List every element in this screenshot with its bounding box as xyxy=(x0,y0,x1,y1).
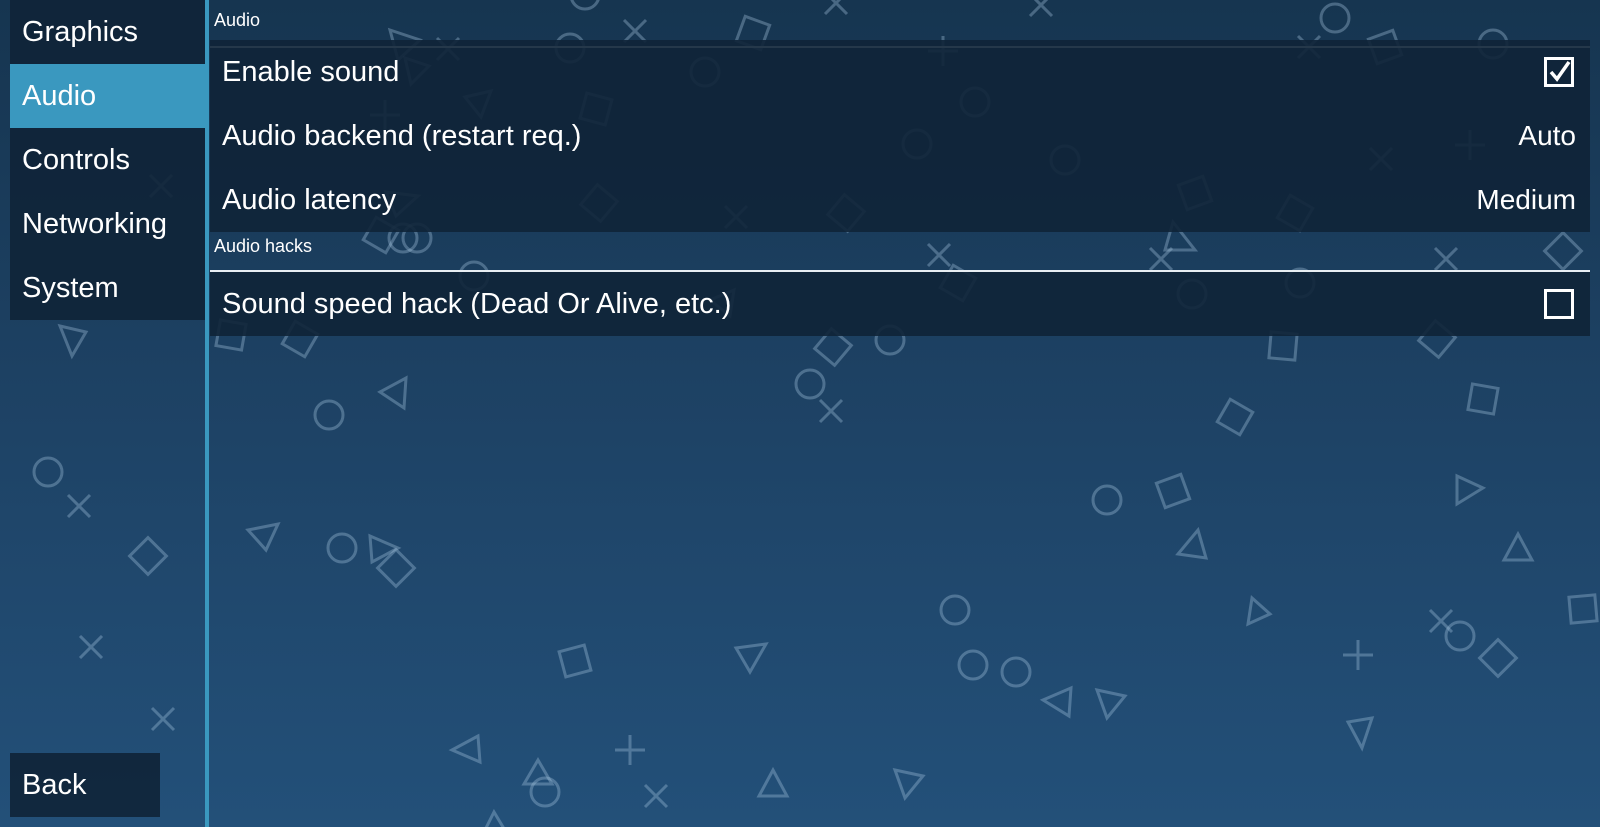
setting-row-sound-speed-hack[interactable]: Sound speed hack (Dead Or Alive, etc.) xyxy=(210,272,1590,336)
sidebar-item-controls[interactable]: Controls xyxy=(10,128,205,192)
audio-settings-panel: Enable sound Audio backend (restart req.… xyxy=(210,40,1590,232)
audio-backend-value: Auto xyxy=(1518,120,1576,151)
sidebar-divider xyxy=(205,0,209,827)
enable-sound-checkbox[interactable] xyxy=(1544,57,1574,87)
sidebar-item-audio[interactable]: Audio xyxy=(10,64,205,128)
setting-row-audio-backend[interactable]: Audio backend (restart req.) Auto xyxy=(210,104,1590,168)
back-button[interactable]: Back xyxy=(10,753,160,817)
settings-category-sidebar: Graphics Audio Controls Networking Syste… xyxy=(10,0,205,320)
setting-row-enable-sound[interactable]: Enable sound xyxy=(210,40,1590,104)
setting-label: Sound speed hack (Dead Or Alive, etc.) xyxy=(222,288,732,320)
checkmark-icon xyxy=(1549,60,1571,82)
audio-hacks-panel: Sound speed hack (Dead Or Alive, etc.) xyxy=(210,272,1590,336)
audio-latency-value: Medium xyxy=(1476,184,1576,215)
section-header-audio-hacks: Audio hacks xyxy=(210,236,1590,272)
sidebar-item-graphics[interactable]: Graphics xyxy=(10,0,205,64)
sidebar-item-networking[interactable]: Networking xyxy=(10,192,205,256)
setting-row-audio-latency[interactable]: Audio latency Medium xyxy=(210,168,1590,232)
setting-label: Audio latency xyxy=(222,184,397,216)
setting-label: Enable sound xyxy=(222,56,400,88)
setting-label: Audio backend (restart req.) xyxy=(222,120,582,152)
sidebar-item-system[interactable]: System xyxy=(10,256,205,320)
sound-speed-hack-checkbox[interactable] xyxy=(1544,289,1574,319)
